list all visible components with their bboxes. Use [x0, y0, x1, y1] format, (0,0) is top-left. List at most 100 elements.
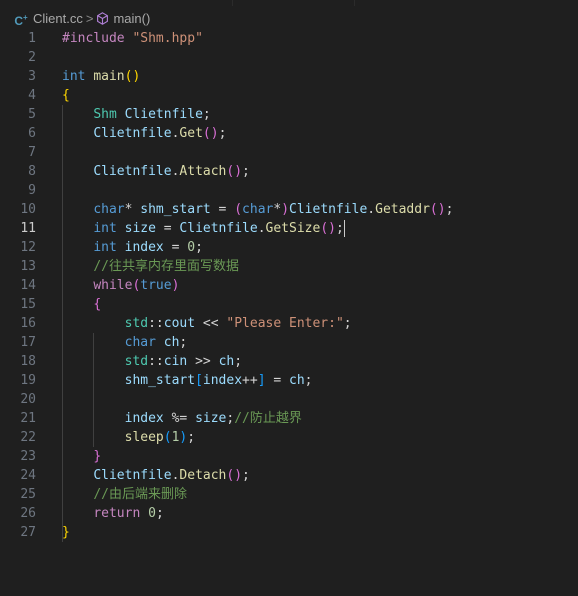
- code-token: index: [124, 411, 164, 426]
- code-token: "Please Enter:": [226, 316, 344, 331]
- code-text: char* shm_start = (char*)Clietnfile.Geta…: [62, 200, 453, 219]
- code-token: sleep: [124, 430, 164, 445]
- code-line[interactable]: 12 int index = 0;: [0, 238, 578, 257]
- code-token: {: [62, 88, 70, 103]
- code-text: //往共享内存里面写数据: [62, 257, 239, 276]
- code-line[interactable]: 5 Shm Clietnfile;: [0, 105, 578, 124]
- code-line[interactable]: 23 }: [0, 447, 578, 466]
- code-line[interactable]: 4{: [0, 86, 578, 105]
- code-line[interactable]: 14 while(true): [0, 276, 578, 295]
- code-text: while(true): [62, 276, 179, 295]
- code-line[interactable]: 13 //往共享内存里面写数据: [0, 257, 578, 276]
- code-line[interactable]: 11 int size = Clietnfile.GetSize();: [0, 219, 578, 238]
- code-token: <<: [195, 316, 227, 331]
- line-number: 5: [28, 107, 36, 122]
- code-token: [: [195, 373, 203, 388]
- code-text: int size = Clietnfile.GetSize();: [62, 219, 345, 238]
- code-token: //防止越界: [234, 411, 302, 426]
- code-text: int index = 0;: [62, 238, 203, 257]
- line-number: 14: [20, 278, 36, 293]
- method-icon: [96, 11, 109, 25]
- code-line[interactable]: 25 //由后端来删除: [0, 485, 578, 504]
- line-number: 25: [20, 487, 36, 502]
- code-line[interactable]: 1 #include "Shm.hpp": [0, 29, 578, 48]
- code-token: %=: [163, 411, 196, 426]
- tab-strip: [0, 0, 578, 6]
- code-token: int: [62, 69, 94, 84]
- code-token: main: [93, 69, 125, 84]
- code-token: true: [140, 278, 172, 293]
- code-token: Get: [179, 126, 203, 141]
- breadcrumb-file[interactable]: Client.cc: [33, 11, 83, 26]
- line-number: 17: [20, 335, 36, 350]
- line-number: 22: [20, 430, 36, 445]
- code-line[interactable]: 16 std::cout << "Please Enter:";: [0, 314, 578, 333]
- code-token: *: [273, 202, 282, 217]
- code-token: "Shm.hpp": [132, 31, 203, 46]
- code-line[interactable]: 18 std::cin >> ch;: [0, 352, 578, 371]
- code-token: (): [226, 468, 243, 483]
- code-token: (: [234, 202, 243, 217]
- line-number: 6: [28, 126, 36, 141]
- code-line[interactable]: 22 sleep(1);: [0, 428, 578, 447]
- code-token: Clietnfile: [179, 221, 258, 236]
- code-token: Attach: [179, 164, 227, 179]
- code-token: std: [124, 316, 149, 331]
- code-line[interactable]: 8 Clietnfile.Attach();: [0, 162, 578, 181]
- code-text: Clietnfile.Detach();: [62, 466, 250, 485]
- code-line[interactable]: 21 index %= size;//防止越界: [0, 409, 578, 428]
- code-token: GetSize: [265, 221, 321, 236]
- code-line[interactable]: 10 char* shm_start = (char*)Clietnfile.G…: [0, 200, 578, 219]
- code-token: ::: [148, 354, 164, 369]
- code-line[interactable]: 24 Clietnfile.Detach();: [0, 466, 578, 485]
- code-line[interactable]: 3 int main(): [0, 67, 578, 86]
- code-line[interactable]: 2: [0, 48, 578, 67]
- code-token: int: [93, 240, 125, 255]
- code-token: int: [93, 221, 125, 236]
- code-line[interactable]: 6 Clietnfile.Get();: [0, 124, 578, 143]
- line-number: 21: [20, 411, 36, 426]
- code-line[interactable]: 26 return 0;: [0, 504, 578, 523]
- code-token: index: [202, 373, 243, 388]
- code-line[interactable]: 27}: [0, 523, 578, 542]
- code-token: =: [163, 240, 188, 255]
- breadcrumb-symbol[interactable]: main(): [113, 11, 150, 26]
- code-token: //由后端来删除: [93, 487, 187, 502]
- code-token: Clietnfile: [124, 107, 203, 122]
- code-token: Getaddr: [375, 202, 430, 217]
- code-text: sleep(1);: [62, 428, 195, 447]
- code-token: Clietnfile: [93, 468, 172, 483]
- code-token: cin: [163, 354, 188, 369]
- code-token: ;: [343, 316, 352, 331]
- code-line[interactable]: 20: [0, 390, 578, 409]
- code-token: .: [257, 221, 266, 236]
- code-line[interactable]: 7: [0, 143, 578, 162]
- code-text: //由后端来删除: [62, 485, 187, 504]
- line-number: 2: [28, 50, 36, 65]
- code-line[interactable]: 17 char ch;: [0, 333, 578, 352]
- code-token: ;: [195, 240, 203, 255]
- code-editor[interactable]: 1 #include "Shm.hpp" 2 3 int main() 4{5 Shm C…: [0, 29, 578, 542]
- code-text: return 0;: [62, 504, 163, 523]
- code-token: }: [62, 525, 70, 540]
- code-text: {: [62, 86, 70, 105]
- line-number: 19: [20, 373, 36, 388]
- breadcrumb: C+ Client.cc > main(): [0, 8, 578, 29]
- code-token: (): [124, 69, 141, 84]
- code-token: ;: [335, 221, 344, 236]
- code-line[interactable]: 9: [0, 181, 578, 200]
- code-token: {: [93, 297, 102, 312]
- code-line[interactable]: 19 shm_start[index++] = ch;: [0, 371, 578, 390]
- code-line[interactable]: 15 {: [0, 295, 578, 314]
- code-token: Detach: [179, 468, 227, 483]
- line-number: 8: [28, 164, 36, 179]
